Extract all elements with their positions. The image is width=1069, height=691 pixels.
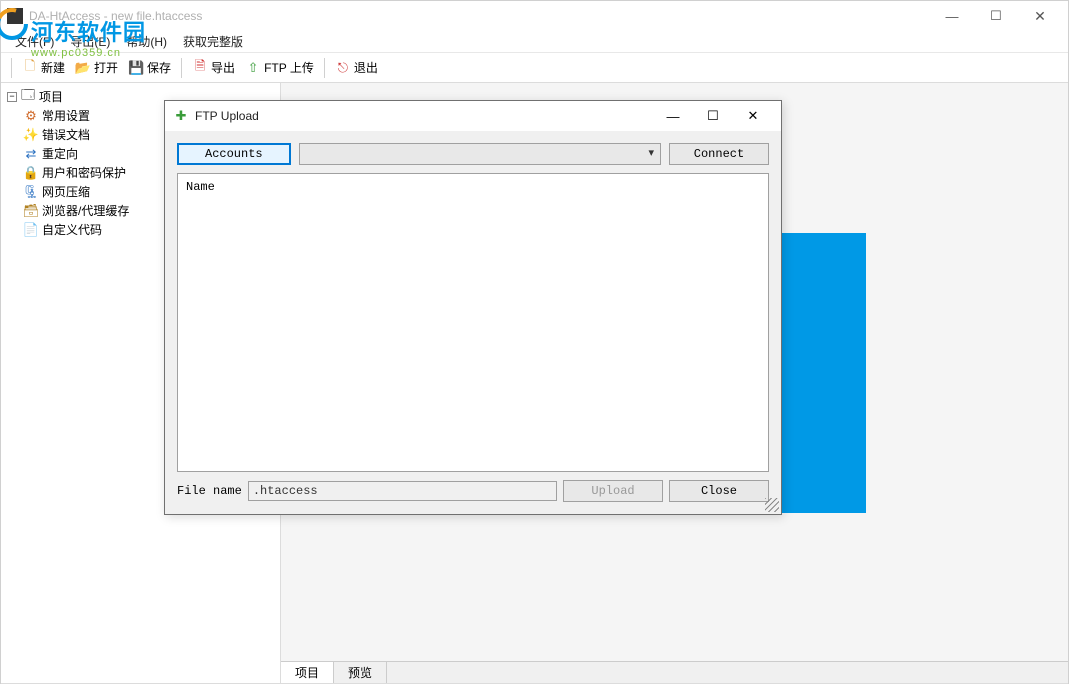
toolbar-open[interactable]: 📂 打开 bbox=[71, 57, 122, 78]
dialog-minimize-button[interactable]: — bbox=[653, 102, 693, 130]
toolbar-separator bbox=[324, 58, 325, 78]
toolbar-new[interactable]: 🗋 新建 bbox=[18, 57, 69, 78]
tree-item-label: 重定向 bbox=[42, 145, 78, 162]
tab-project[interactable]: 项目 bbox=[281, 662, 334, 683]
list-column-name: Name bbox=[186, 178, 760, 196]
toolbar-ftp-label: FTP 上传 bbox=[264, 59, 314, 76]
lock-icon: 🔒 bbox=[23, 165, 39, 181]
toolbar-separator bbox=[181, 58, 182, 78]
menu-file[interactable]: 文件(F) bbox=[7, 33, 62, 50]
redirect-icon: ⇄ bbox=[23, 146, 39, 162]
code-icon: 📄 bbox=[23, 222, 39, 238]
window-title: DA-HtAccess - new file.htaccess bbox=[29, 9, 930, 23]
accounts-row: Accounts Connect bbox=[177, 143, 769, 165]
new-file-icon: 🗋 bbox=[22, 60, 38, 76]
ftp-upload-dialog: ✚ FTP Upload — ☐ ✕ Accounts Connect Name… bbox=[164, 100, 782, 515]
tab-preview[interactable]: 预览 bbox=[334, 662, 387, 683]
dialog-window-controls: — ☐ ✕ bbox=[653, 102, 773, 130]
close-button[interactable]: ✕ bbox=[1018, 1, 1062, 31]
accounts-button[interactable]: Accounts bbox=[177, 143, 291, 165]
ftp-dialog-icon: ✚ bbox=[173, 108, 189, 124]
menu-help[interactable]: 帮助(H) bbox=[118, 33, 175, 50]
toolbar-open-label: 打开 bbox=[94, 59, 118, 76]
window-controls: — ☐ ✕ bbox=[930, 1, 1062, 31]
maximize-button[interactable]: ☐ bbox=[974, 1, 1018, 31]
export-icon: 🗎 bbox=[192, 60, 208, 76]
file-name-row: File name Upload Close bbox=[177, 480, 769, 502]
sparkle-icon: ✨ bbox=[23, 127, 39, 143]
tree-item-label: 自定义代码 bbox=[42, 221, 102, 238]
dialog-title: FTP Upload bbox=[195, 109, 653, 123]
toolbar-ftp[interactable]: ⇧ FTP 上传 bbox=[241, 57, 318, 78]
upload-button[interactable]: Upload bbox=[563, 480, 663, 502]
file-name-input[interactable] bbox=[248, 481, 557, 501]
toolbar-exit-label: 退出 bbox=[354, 59, 378, 76]
title-bar: DA-HtAccess - new file.htaccess — ☐ ✕ bbox=[1, 1, 1068, 31]
menu-full-version[interactable]: 获取完整版 bbox=[175, 33, 251, 50]
tree-collapse-icon[interactable]: − bbox=[7, 92, 17, 102]
menubar: 文件(F) 导出(E) 帮助(H) 获取完整版 bbox=[1, 31, 1068, 53]
save-icon: 💾 bbox=[128, 60, 144, 76]
toolbar: 🗋 新建 📂 打开 💾 保存 🗎 导出 ⇧ FTP 上传 ⎋ 退出 bbox=[1, 53, 1068, 83]
close-dialog-button[interactable]: Close bbox=[669, 480, 769, 502]
file-name-label: File name bbox=[177, 484, 242, 498]
accounts-combo[interactable] bbox=[299, 143, 661, 165]
dialog-title-bar: ✚ FTP Upload — ☐ ✕ bbox=[165, 101, 781, 131]
ftp-upload-icon: ⇧ bbox=[245, 60, 261, 76]
dialog-close-button[interactable]: ✕ bbox=[733, 102, 773, 130]
compress-icon: 🗜 bbox=[23, 184, 39, 200]
connect-button[interactable]: Connect bbox=[669, 143, 769, 165]
tree-item-label: 用户和密码保护 bbox=[42, 164, 126, 181]
tree-item-label: 浏览器/代理缓存 bbox=[42, 202, 129, 219]
menu-export[interactable]: 导出(E) bbox=[62, 33, 118, 50]
settings-icon: ⚙ bbox=[23, 108, 39, 124]
app-icon bbox=[7, 8, 23, 24]
toolbar-exit[interactable]: ⎋ 退出 bbox=[331, 57, 382, 78]
tree-root-label: 项目 bbox=[39, 88, 63, 105]
cache-icon: 🗃 bbox=[23, 203, 39, 219]
file-listbox[interactable]: Name bbox=[177, 173, 769, 472]
dialog-body: Accounts Connect Name File name Upload C… bbox=[165, 131, 781, 514]
toolbar-save-label: 保存 bbox=[147, 59, 171, 76]
exit-icon: ⎋ bbox=[335, 60, 351, 76]
bottom-tabs: 项目 预览 bbox=[281, 661, 1068, 683]
tree-item-label: 错误文档 bbox=[42, 126, 90, 143]
tree-item-label: 网页压缩 bbox=[42, 183, 90, 200]
resize-grip-icon[interactable] bbox=[765, 498, 779, 512]
toolbar-export-label: 导出 bbox=[211, 59, 235, 76]
minimize-button[interactable]: — bbox=[930, 1, 974, 31]
status-bar bbox=[1, 683, 1068, 691]
toolbar-export[interactable]: 🗎 导出 bbox=[188, 57, 239, 78]
toolbar-separator bbox=[11, 58, 12, 78]
project-icon: 🗔 bbox=[20, 89, 36, 105]
dialog-maximize-button[interactable]: ☐ bbox=[693, 102, 733, 130]
tree-item-label: 常用设置 bbox=[42, 107, 90, 124]
toolbar-new-label: 新建 bbox=[41, 59, 65, 76]
open-folder-icon: 📂 bbox=[75, 60, 91, 76]
toolbar-save[interactable]: 💾 保存 bbox=[124, 57, 175, 78]
